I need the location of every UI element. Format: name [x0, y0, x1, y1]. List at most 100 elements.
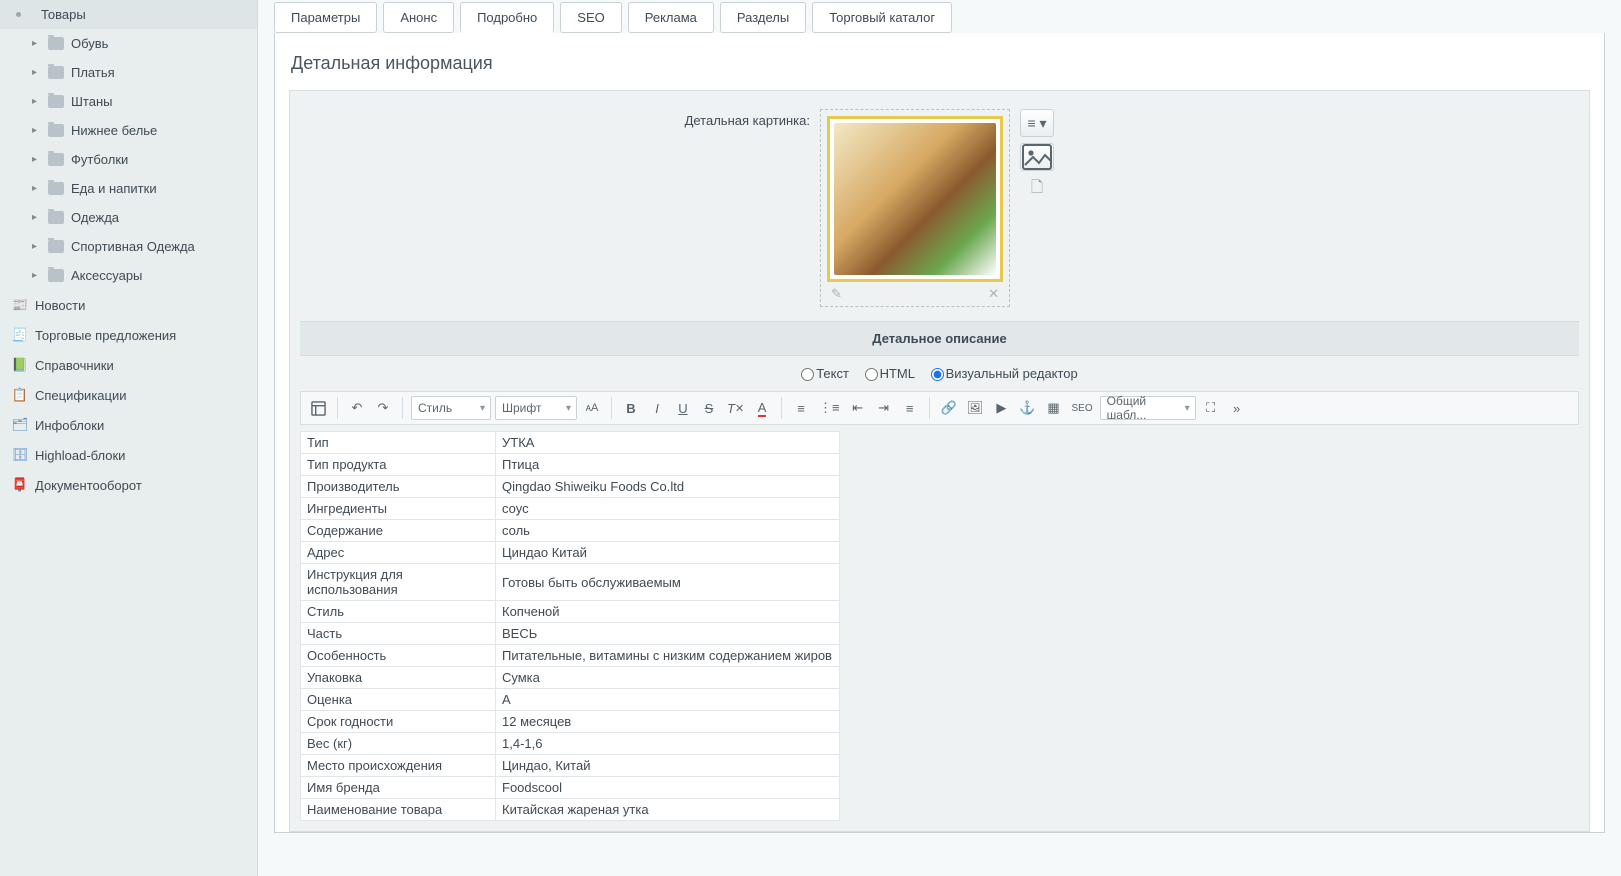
- prop-name: Стиль: [301, 601, 496, 623]
- sidebar-item-label: Торговые предложения: [35, 328, 176, 343]
- sidebar-folder-8[interactable]: ▸Аксессуары: [0, 261, 257, 290]
- sidebar-folder-2[interactable]: ▸Штаны: [0, 87, 257, 116]
- radio-visual[interactable]: Визуальный редактор: [931, 366, 1078, 381]
- style-select[interactable]: Стиль: [411, 396, 491, 420]
- image-actions: ✎ ✕: [827, 282, 1003, 302]
- sidebar-item-label: Товары: [41, 7, 86, 22]
- module-icon: 🗄: [12, 447, 28, 463]
- template-select[interactable]: Общий шабл...: [1100, 396, 1196, 420]
- field-label: Детальная картинка:: [300, 109, 820, 128]
- sidebar-item-label: Платья: [71, 65, 115, 80]
- redo-icon[interactable]: ↷: [372, 396, 394, 420]
- sidebar-item-goods[interactable]: Товары: [0, 0, 257, 29]
- tab-4[interactable]: Реклама: [628, 2, 714, 33]
- sidebar-item-label: Инфоблоки: [35, 418, 104, 433]
- italic-icon[interactable]: I: [646, 396, 668, 420]
- chevron-right-icon: ▸: [32, 183, 42, 194]
- sidebar-item-3[interactable]: 📋Спецификации: [0, 380, 257, 410]
- prop-name: Место происхождения: [301, 755, 496, 777]
- prop-value: Циндао Китай: [496, 542, 840, 564]
- prop-name: Тип продукта: [301, 454, 496, 476]
- module-icon: 📰: [12, 297, 28, 313]
- prop-name: Особенность: [301, 645, 496, 667]
- seo-icon[interactable]: SEO: [1069, 396, 1096, 420]
- fullscreen-icon[interactable]: ⛶: [1200, 396, 1222, 420]
- prop-value: Foodscool: [496, 777, 840, 799]
- prop-value: УТКА: [496, 432, 840, 454]
- chevron-right-icon: ▸: [32, 96, 42, 107]
- edit-image-icon[interactable]: ✎: [831, 286, 842, 302]
- radio-html[interactable]: HTML: [865, 366, 915, 381]
- more-icon[interactable]: »: [1226, 396, 1248, 420]
- tab-2[interactable]: Подробно: [460, 2, 554, 33]
- link-icon[interactable]: 🔗: [938, 396, 960, 420]
- file-icon[interactable]: 🗋: [1020, 177, 1054, 201]
- panel-title: Детальная информация: [289, 53, 1590, 90]
- tab-1[interactable]: Анонс: [383, 2, 454, 33]
- module-icon: 🧾: [12, 327, 28, 343]
- radio-text[interactable]: Текст: [801, 366, 849, 381]
- underline-icon[interactable]: U: [672, 396, 694, 420]
- settings-icon[interactable]: [307, 396, 329, 420]
- sidebar-folder-3[interactable]: ▸Нижнее белье: [0, 116, 257, 145]
- anchor-icon[interactable]: ⚓: [1016, 396, 1038, 420]
- sidebar-item-2[interactable]: 📗Справочники: [0, 350, 257, 380]
- prop-value: Китайская жареная утка: [496, 799, 840, 821]
- module-icon: 🗂: [12, 417, 28, 433]
- sidebar-item-label: Одежда: [71, 210, 119, 225]
- table-row: Содержаниесоль: [301, 520, 840, 542]
- sidebar-item-5[interactable]: 🗄Highload-блоки: [0, 440, 257, 470]
- clear-format-icon[interactable]: T✕: [724, 396, 747, 420]
- bold-icon[interactable]: B: [620, 396, 642, 420]
- sidebar-folder-7[interactable]: ▸Спортивная Одежда: [0, 232, 257, 261]
- sidebar-item-4[interactable]: 🗂 Инфоблоки: [0, 410, 257, 440]
- sidebar-item-6[interactable]: 📮Документооборот: [0, 470, 257, 500]
- sidebar-item-label: Аксессуары: [71, 268, 142, 283]
- menu-button[interactable]: ≡ ▾: [1020, 109, 1054, 137]
- image-icon[interactable]: 🖼: [964, 396, 987, 420]
- fontsize-icon[interactable]: ᴀA: [581, 396, 603, 420]
- prop-name: Оценка: [301, 689, 496, 711]
- table-row: Тип продуктаПтица: [301, 454, 840, 476]
- table-row: ПроизводительQingdao Shiweiku Foods Co.l…: [301, 476, 840, 498]
- table-row: Инструкция для использованияГотовы быть …: [301, 564, 840, 601]
- prop-name: Срок годности: [301, 711, 496, 733]
- image-dropzone[interactable]: ✎ ✕: [820, 109, 1010, 307]
- sidebar-folder-1[interactable]: ▸Платья: [0, 58, 257, 87]
- font-select[interactable]: Шрифт: [495, 396, 577, 420]
- tab-5[interactable]: Разделы: [720, 2, 806, 33]
- prop-value: соль: [496, 520, 840, 542]
- prop-name: Ингредиенты: [301, 498, 496, 520]
- undo-icon[interactable]: ↶: [346, 396, 368, 420]
- chevron-right-icon: ▸: [32, 38, 42, 49]
- remove-image-icon[interactable]: ✕: [988, 286, 999, 302]
- editor-mode-radios: Текст HTML Визуальный редактор: [300, 360, 1579, 391]
- sidebar-item-label: Футболки: [71, 152, 128, 167]
- sidebar-item-1[interactable]: 🧾 Торговые предложения: [0, 320, 257, 350]
- prop-name: Упаковка: [301, 667, 496, 689]
- outdent-icon[interactable]: ⇤: [847, 396, 869, 420]
- sidebar-folder-5[interactable]: ▸Еда и напитки: [0, 174, 257, 203]
- prop-value: соус: [496, 498, 840, 520]
- indent-icon[interactable]: ⇥: [873, 396, 895, 420]
- sidebar-folder-0[interactable]: ▸Обувь: [0, 29, 257, 58]
- video-icon[interactable]: ▶: [990, 396, 1012, 420]
- strike-icon[interactable]: S: [698, 396, 720, 420]
- table-icon[interactable]: ▦: [1043, 396, 1065, 420]
- chevron-right-icon: ▸: [32, 241, 42, 252]
- tab-0[interactable]: Параметры: [274, 2, 377, 33]
- sidebar-item-0[interactable]: 📰Новости: [0, 290, 257, 320]
- prop-value: Питательные, витамины с низким содержани…: [496, 645, 840, 667]
- sidebar-item-label: Справочники: [35, 358, 114, 373]
- list-ul-icon[interactable]: ⋮≡: [816, 396, 843, 420]
- list-ol-icon[interactable]: ≡: [790, 396, 812, 420]
- gallery-button[interactable]: [1020, 143, 1054, 171]
- tab-3[interactable]: SEO: [560, 2, 621, 33]
- table-row: Имя брендаFoodscool: [301, 777, 840, 799]
- tab-6[interactable]: Торговый каталог: [812, 2, 952, 33]
- align-icon[interactable]: ≡: [899, 396, 921, 420]
- color-icon[interactable]: A: [751, 396, 773, 420]
- sidebar-folder-4[interactable]: ▸Футболки: [0, 145, 257, 174]
- sidebar-folder-6[interactable]: ▸Одежда: [0, 203, 257, 232]
- description-header: Детальное описание: [300, 321, 1579, 356]
